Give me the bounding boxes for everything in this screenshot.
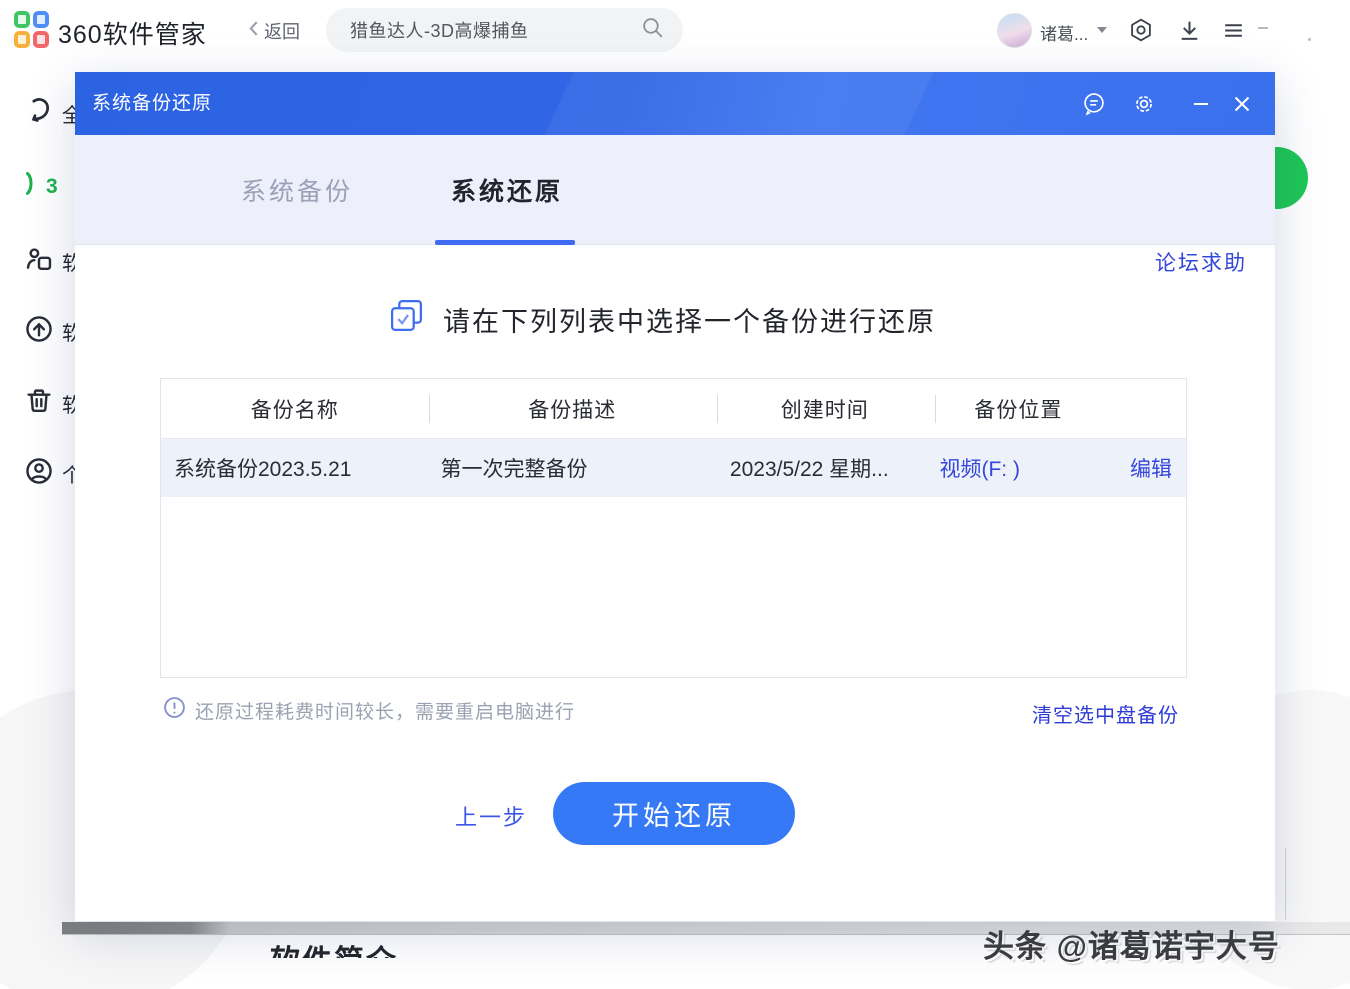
- faint-dash: [1258, 27, 1268, 29]
- menu-icon[interactable]: [1219, 16, 1247, 44]
- clear-selected-disk-link[interactable]: 清空选中盘备份: [1032, 699, 1179, 728]
- section-title: 软件简介: [270, 945, 398, 958]
- sidebar-item-6[interactable]: 个: [24, 456, 82, 491]
- backup-restore-dialog: 系统备份还原 系统备份 系统还原 论坛求助: [75, 72, 1275, 921]
- section-title-clip: 软件简介: [270, 936, 398, 958]
- header-divider: [429, 395, 430, 423]
- col-header-description: 备份描述: [428, 394, 715, 424]
- close-icon[interactable]: [1228, 90, 1255, 117]
- tab-system-restore[interactable]: 系统还原: [451, 135, 563, 245]
- user-name[interactable]: 诸葛...: [1040, 20, 1088, 45]
- back-chevron-icon: [248, 20, 259, 42]
- upload-circle-icon: [24, 314, 54, 349]
- tab-system-backup[interactable]: 系统备份: [241, 135, 353, 245]
- prompt-text: 请在下列列表中选择一个备份进行还原: [443, 300, 936, 339]
- app-logo-icon: [14, 11, 51, 49]
- search-icon[interactable]: [640, 15, 665, 45]
- download-icon[interactable]: [1175, 16, 1203, 44]
- table-row[interactable]: 系统备份2023.5.21 第一次完整备份 2023/5/22 星期... 视频…: [161, 439, 1186, 497]
- forum-help-link[interactable]: 论坛求助: [1155, 247, 1247, 277]
- dialog-tabstrip: 系统备份 系统还原 论坛求助: [75, 135, 1275, 245]
- swoosh-arrow-icon: [24, 96, 54, 131]
- scroll-divider-line: [1285, 848, 1286, 920]
- back-label: 返回: [264, 18, 300, 44]
- previous-step-link[interactable]: 上一步: [455, 800, 527, 832]
- active-tab-underline: [435, 240, 575, 245]
- chevron-down-icon[interactable]: [1097, 27, 1107, 33]
- col-header-created: 创建时间: [716, 394, 934, 424]
- table-header-row: 备份名称 备份描述 创建时间 备份位置: [161, 379, 1186, 439]
- feedback-icon[interactable]: [1080, 90, 1107, 117]
- screen: 360软件管家 返回 猎鱼达人-3D高爆捕鱼 诸葛...: [0, 0, 1350, 989]
- search-value: 猎鱼达人-3D高爆捕鱼: [350, 17, 640, 43]
- sidebar-item-2[interactable]: 3: [24, 170, 66, 203]
- sidebar-item-3[interactable]: 软: [24, 244, 82, 279]
- app-topbar: 360软件管家 返回 猎鱼达人-3D高爆捕鱼 诸葛...: [0, 0, 1350, 60]
- dialog-title: 系统备份还原: [92, 72, 212, 135]
- sidebar-item-5[interactable]: 软: [24, 386, 82, 421]
- faint-dot: [1308, 38, 1311, 41]
- edit-link[interactable]: 编辑: [1103, 453, 1186, 483]
- gear-icon[interactable]: [1130, 90, 1157, 117]
- start-restore-button[interactable]: 开始还原: [553, 782, 795, 845]
- restore-notice: 还原过程耗费时间较长，需要重启电脑进行: [163, 696, 575, 724]
- user-circle-icon: [24, 456, 54, 491]
- person-card-icon: [24, 244, 54, 279]
- cell-created-time: 2023/5/22 星期...: [716, 453, 934, 483]
- col-header-location: 备份位置: [934, 394, 1104, 424]
- green-arc-icon: [24, 170, 38, 203]
- hexagon-protect-icon[interactable]: [1127, 16, 1155, 44]
- cell-backup-description: 第一次完整备份: [428, 453, 715, 483]
- back-button[interactable]: 返回: [248, 18, 300, 44]
- sidebar-item-4[interactable]: 软: [24, 314, 82, 349]
- backup-check-icon: [388, 298, 425, 340]
- header-divider: [717, 395, 718, 423]
- cell-backup-name: 系统备份2023.5.21: [161, 453, 428, 483]
- watermark: 头条 @诸葛诺宇大号: [983, 921, 1280, 966]
- header-divider: [935, 395, 936, 423]
- sidebar-item-1[interactable]: 全: [24, 96, 82, 131]
- info-icon: [163, 696, 186, 724]
- search-input[interactable]: 猎鱼达人-3D高爆捕鱼: [326, 8, 683, 52]
- trash-icon: [24, 386, 54, 421]
- avatar[interactable]: [997, 13, 1032, 48]
- prompt-row: 请在下列列表中选择一个备份进行还原: [388, 298, 936, 340]
- cell-backup-location: 视频(F: ): [933, 453, 1103, 483]
- sidebar-item-label: 3: [46, 175, 66, 199]
- col-header-name: 备份名称: [161, 394, 428, 424]
- backup-table: 备份名称 备份描述 创建时间 备份位置 系统备份2023.5.21 第一次完整备…: [160, 378, 1187, 678]
- notice-text: 还原过程耗费时间较长，需要重启电脑进行: [195, 697, 575, 724]
- app-title: 360软件管家: [58, 15, 207, 51]
- minimize-icon[interactable]: [1187, 90, 1214, 117]
